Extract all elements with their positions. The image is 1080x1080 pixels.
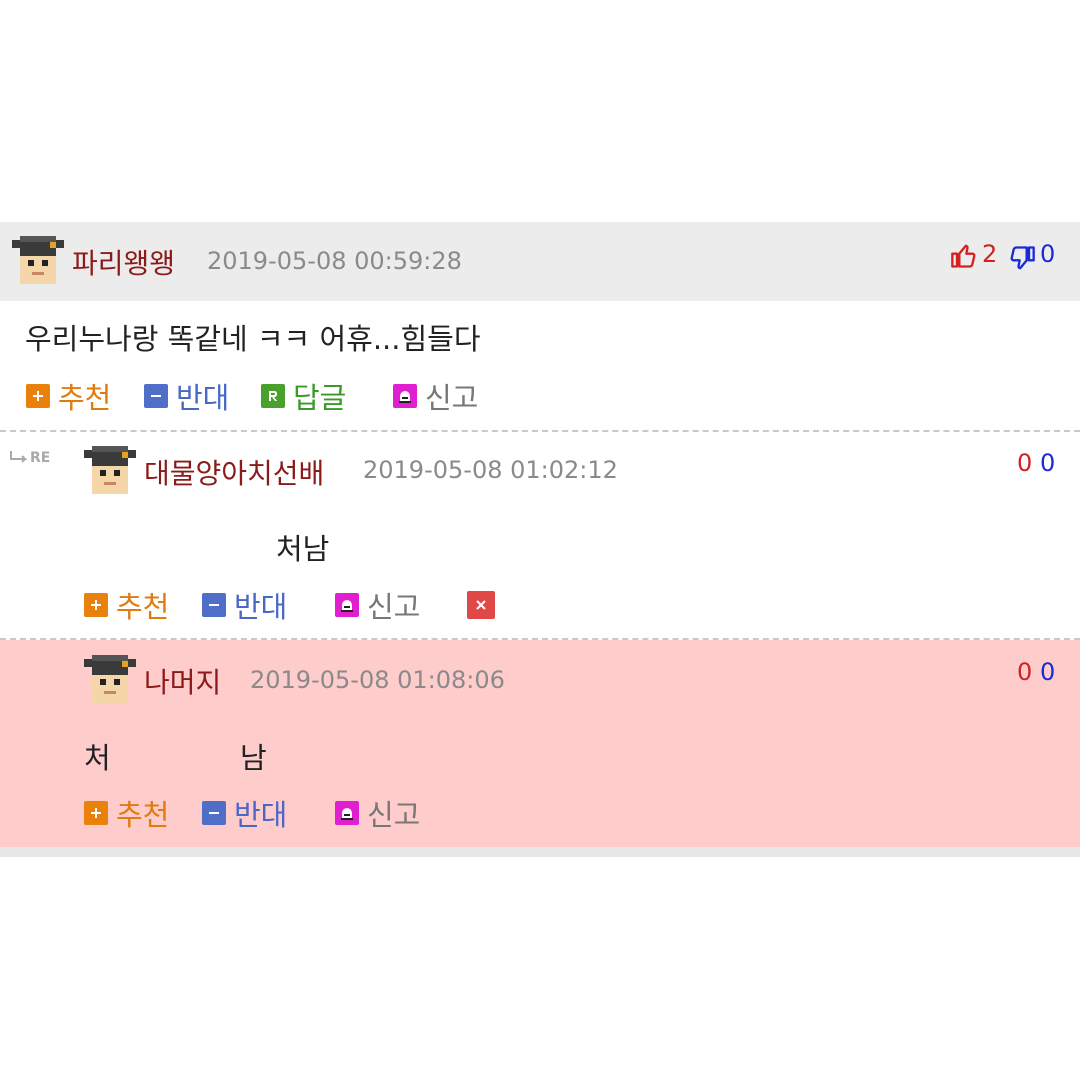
reply-r-icon [261,384,285,408]
oppose-button[interactable]: 반대 [202,587,288,624]
report-button[interactable]: 신고 [335,795,421,832]
avatar-icon[interactable] [12,236,64,288]
comment-body: 처남 [276,532,330,566]
comment-timestamp: 2019-05-08 01:08:06 [250,666,505,694]
siren-icon [393,384,417,408]
siren-icon [335,801,359,825]
reply-button[interactable]: 답글 [261,378,347,415]
minus-icon [202,593,226,617]
recommend-label: 추천 [58,381,112,415]
report-label: 신고 [367,590,421,624]
avatar-icon[interactable] [84,446,136,498]
downvote-count: 0 [1040,240,1056,268]
oppose-label: 반대 [176,381,230,415]
siren-icon [335,593,359,617]
list-bottom-border [0,847,1080,857]
downvote-count: 0 [1040,658,1056,686]
divider [0,430,1080,432]
upvote-count: 2 [982,240,998,268]
upvote-count: 0 [1017,449,1033,477]
recommend-button[interactable]: 추천 [84,795,170,832]
comment-nickname[interactable]: 대물양아치선배 [144,452,324,492]
reply-indicator: RE [8,450,50,466]
report-label: 신고 [425,381,479,415]
minus-icon [144,384,168,408]
comment-body-part: 남 [240,741,267,775]
plus-icon [84,801,108,825]
recommend-label: 추천 [116,590,170,624]
upvote-count: 0 [1017,658,1033,686]
oppose-label: 반대 [234,798,288,832]
oppose-label: 반대 [234,590,288,624]
divider [0,638,1080,640]
comment-nickname[interactable]: 파리왱왱 [72,242,175,282]
comment-body: 우리누나랑 똑같네 ㅋㅋ 어휴...힘들다 [25,322,481,356]
comment-timestamp: 2019-05-08 01:02:12 [363,456,618,484]
report-label: 신고 [367,798,421,832]
delete-button[interactable] [467,587,503,623]
minus-icon [202,801,226,825]
oppose-button[interactable]: 반대 [144,378,230,415]
recommend-button[interactable]: 추천 [26,378,112,415]
plus-icon [84,593,108,617]
report-button[interactable]: 신고 [335,587,421,624]
thumbs-up-icon[interactable] [950,242,978,270]
comment-body-part: 처 [84,741,111,775]
reply-label: 답글 [293,381,347,415]
close-x-icon [467,591,495,619]
thumbs-down-icon[interactable] [1008,244,1036,272]
report-button[interactable]: 신고 [393,378,479,415]
recommend-button[interactable]: 추천 [84,587,170,624]
avatar-icon[interactable] [84,655,136,707]
downvote-count: 0 [1040,449,1056,477]
comment-timestamp: 2019-05-08 00:59:28 [207,247,462,275]
reply-arrow-icon [10,451,28,463]
recommend-label: 추천 [116,798,170,832]
oppose-button[interactable]: 반대 [202,795,288,832]
plus-icon [26,384,50,408]
comment-nickname[interactable]: 나머지 [144,661,221,701]
re-label: RE [30,450,51,466]
